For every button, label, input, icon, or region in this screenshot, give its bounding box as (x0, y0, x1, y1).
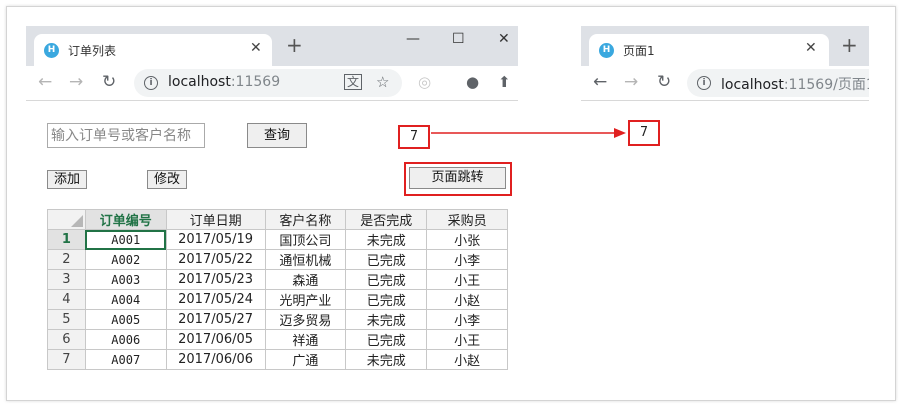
cell-order-no[interactable]: A004 (84, 289, 167, 310)
cell-order-date[interactable]: 2017/05/27 (165, 309, 266, 330)
table-row[interactable]: 7 A007 2017/06/06 广通 未完成 小赵 (47, 349, 508, 370)
column-header-order-no[interactable]: 订单编号 (84, 209, 167, 230)
table-row[interactable]: 2 A002 2017/05/22 通恒机械 已完成 小李 (47, 249, 508, 270)
tab-order-list[interactable]: H 订单列表 ✕ (34, 34, 272, 66)
cell-buyer[interactable]: 小王 (426, 269, 508, 290)
order-grid[interactable]: 订单编号 订单日期 客户名称 是否完成 采购员 1 A001 2017/05/1… (47, 209, 508, 370)
cell-order-date[interactable]: 2017/05/24 (165, 289, 266, 310)
column-header-order-date[interactable]: 订单日期 (165, 209, 266, 230)
table-row[interactable]: 1 A001 2017/05/19 国顶公司 未完成 小张 (47, 229, 508, 250)
cell-buyer[interactable]: 小王 (426, 329, 508, 350)
address-bar[interactable]: i localhost:11569 文 ☆ (134, 69, 402, 97)
cell-order-date[interactable]: 2017/06/06 (165, 349, 266, 370)
cell-order-no[interactable]: A002 (84, 249, 167, 270)
favicon-icon: H (44, 43, 59, 58)
menu-icon[interactable]: ⬆ (498, 73, 511, 91)
cell-order-date[interactable]: 2017/05/23 (165, 269, 266, 290)
cell-customer[interactable]: 祥通 (264, 329, 347, 350)
cell-completed[interactable]: 已完成 (345, 289, 428, 310)
table-row[interactable]: 5 A005 2017/05/27 迈多贸易 未完成 小李 (47, 309, 508, 330)
cell-order-no[interactable]: A005 (84, 309, 167, 330)
cell-buyer[interactable]: 小赵 (426, 289, 508, 310)
cell-order-date[interactable]: 2017/06/05 (165, 329, 266, 350)
cell-order-no[interactable]: A006 (84, 329, 167, 350)
info-icon[interactable]: i (697, 76, 711, 90)
tab-close-icon[interactable]: ✕ (250, 40, 262, 56)
table-row[interactable]: 4 A004 2017/05/24 光明产业 已完成 小赵 (47, 289, 508, 310)
account-icon[interactable]: ● (466, 73, 479, 91)
grid-header-row: 订单编号 订单日期 客户名称 是否完成 采购员 (47, 209, 508, 230)
received-value-box: 7 (628, 120, 660, 146)
row-number[interactable]: 2 (47, 249, 86, 270)
cell-order-no[interactable]: A003 (84, 269, 167, 290)
cell-completed[interactable]: 未完成 (345, 349, 428, 370)
star-icon[interactable]: ☆ (376, 73, 389, 91)
cell-completed[interactable]: 未完成 (345, 309, 428, 330)
cell-customer[interactable]: 森通 (264, 269, 347, 290)
add-button[interactable]: 添加 (47, 170, 87, 189)
cell-completed[interactable]: 已完成 (345, 329, 428, 350)
reload-icon[interactable]: ↻ (102, 73, 116, 91)
edit-button[interactable]: 修改 (147, 170, 187, 189)
new-tab-icon[interactable]: + (286, 35, 303, 55)
cell-customer[interactable]: 广通 (264, 349, 347, 370)
right-browser-window: H 页面1 ✕ + ← → ↻ i localhost:11569/页面1 (581, 26, 869, 370)
cell-customer[interactable]: 通恒机械 (264, 249, 347, 270)
forward-icon[interactable]: → (624, 73, 638, 91)
row-number[interactable]: 1 (47, 229, 86, 250)
search-input[interactable] (47, 123, 205, 148)
cell-buyer[interactable]: 小李 (426, 249, 508, 270)
translate-icon[interactable]: 文 (344, 74, 363, 90)
cell-order-date[interactable]: 2017/05/22 (165, 249, 266, 270)
tab-strip: H 页面1 ✕ + (581, 26, 869, 66)
new-tab-icon[interactable]: + (841, 35, 858, 55)
extension-icon[interactable]: ◎ (418, 73, 431, 91)
row-number[interactable]: 7 (47, 349, 86, 370)
reload-icon[interactable]: ↻ (657, 73, 671, 91)
cell-order-no[interactable]: A001 (84, 229, 167, 250)
column-header-buyer[interactable]: 采购员 (426, 209, 508, 230)
row-number[interactable]: 6 (47, 329, 86, 350)
url-text: localhost:11569/页面1 (721, 77, 869, 93)
cell-customer[interactable]: 光明产业 (264, 289, 347, 310)
cell-order-no[interactable]: A007 (84, 349, 167, 370)
cell-buyer[interactable]: 小李 (426, 309, 508, 330)
cell-buyer[interactable]: 小赵 (426, 349, 508, 370)
tab-close-icon[interactable]: ✕ (805, 40, 817, 56)
forward-icon[interactable]: → (69, 73, 83, 91)
column-header-customer[interactable]: 客户名称 (264, 209, 347, 230)
grid-corner[interactable] (47, 209, 86, 230)
column-header-completed[interactable]: 是否完成 (345, 209, 428, 230)
tab-page1[interactable]: H 页面1 ✕ (589, 34, 829, 66)
close-window-icon[interactable]: ✕ (498, 31, 510, 47)
cell-completed[interactable]: 已完成 (345, 269, 428, 290)
cell-completed[interactable]: 未完成 (345, 229, 428, 250)
address-bar[interactable]: i localhost:11569/页面1 (687, 69, 869, 97)
cell-order-date[interactable]: 2017/05/19 (165, 229, 266, 250)
table-row[interactable]: 6 A006 2017/06/05 祥通 已完成 小王 (47, 329, 508, 350)
browser-toolbar: ← → ↻ i localhost:11569/页面1 (581, 66, 869, 101)
url-text: localhost:11569 (168, 74, 281, 90)
row-number[interactable]: 4 (47, 289, 86, 310)
maximize-icon[interactable]: ☐ (452, 31, 465, 47)
tab-title: 订单列表 (68, 44, 117, 58)
back-icon[interactable]: ← (593, 73, 607, 91)
selected-count-box: 7 (398, 125, 430, 149)
back-icon[interactable]: ← (38, 73, 52, 91)
page-jump-button[interactable]: 页面跳转 (409, 167, 506, 189)
info-icon[interactable]: i (144, 76, 158, 90)
browser-toolbar: ← → ↻ i localhost:11569 文 ☆ ◎ ● ⬆ (26, 66, 518, 101)
minimize-icon[interactable]: — (406, 31, 420, 47)
cell-buyer[interactable]: 小张 (426, 229, 508, 250)
row-number[interactable]: 5 (47, 309, 86, 330)
cell-completed[interactable]: 已完成 (345, 249, 428, 270)
tab-strip: H 订单列表 ✕ + — ☐ ✕ (26, 26, 518, 66)
favicon-icon: H (599, 43, 614, 58)
cell-customer[interactable]: 迈多贸易 (264, 309, 347, 330)
tab-title: 页面1 (623, 44, 655, 58)
cell-customer[interactable]: 国顶公司 (264, 229, 347, 250)
query-button[interactable]: 查询 (247, 123, 307, 148)
table-row[interactable]: 3 A003 2017/05/23 森通 已完成 小王 (47, 269, 508, 290)
row-number[interactable]: 3 (47, 269, 86, 290)
